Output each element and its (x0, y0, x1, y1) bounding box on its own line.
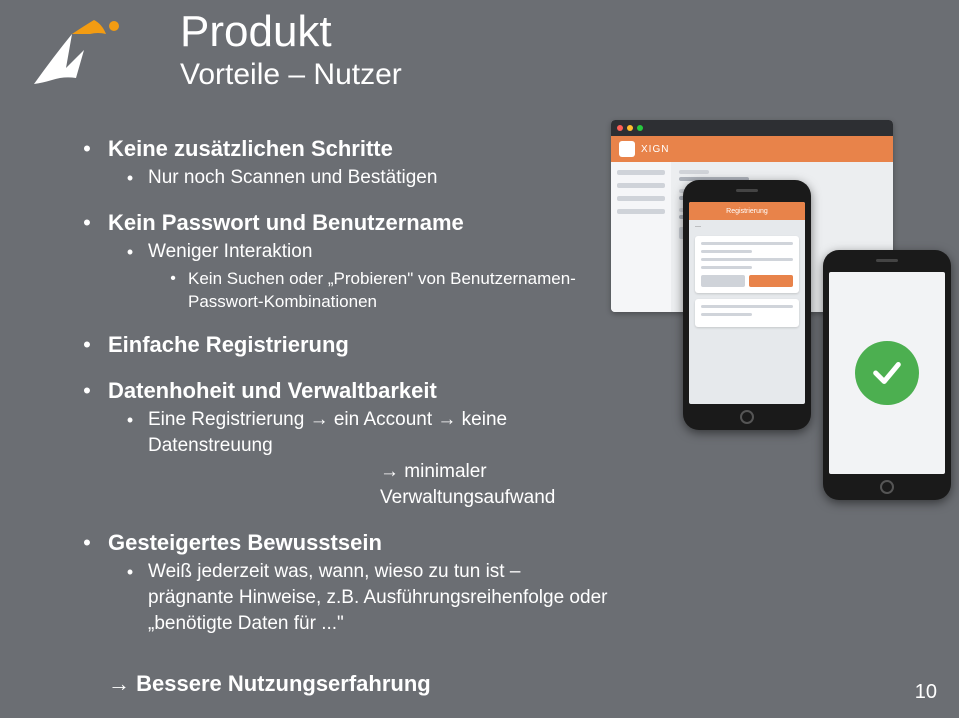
browser-title-bar (611, 120, 893, 136)
bullet-text: Kein Passwort und Benutzername (94, 209, 464, 237)
section-label: — (695, 224, 799, 230)
bullet-text: Eine Registrierung → ein Account → keine… (136, 407, 610, 459)
form-card (695, 299, 799, 327)
bullet-mark: • (124, 239, 136, 265)
phone-mockup-success (823, 250, 951, 500)
brand-logo (14, 16, 134, 96)
maximize-icon (637, 125, 643, 131)
bullet-text: Weniger Interaktion (136, 239, 312, 265)
bullet-content: • Keine zusätzlichen Schritte • Nur noch… (50, 135, 610, 697)
bullet-text: Nur noch Scannen und Bestätigen (136, 165, 437, 191)
bullet-item: • Weniger Interaktion (124, 239, 610, 265)
bullet-mark: • (80, 331, 94, 359)
bullet-mark: • (80, 135, 94, 163)
browser-sidebar (611, 162, 671, 312)
browser-header: XIGN (611, 136, 893, 162)
bullet-item: • Keine zusätzlichen Schritte (80, 135, 610, 163)
bullet-continuation: → minimaler Verwaltungsaufwand (380, 459, 610, 511)
app-logo-icon (619, 141, 635, 157)
bullet-text: Einfache Registrierung (94, 331, 349, 359)
bullet-mark: • (80, 529, 94, 557)
bullet-mark: • (124, 165, 136, 191)
bullet-text: Keine zusätzlichen Schritte (94, 135, 393, 163)
bullet-item: • Gesteigertes Bewusstsein (80, 529, 610, 557)
bullet-item: • Kein Suchen oder „Probieren" von Benut… (168, 267, 610, 313)
bullet-mark: • (124, 559, 136, 637)
phone-screen (829, 272, 945, 474)
slide-title: Produkt (180, 8, 402, 56)
confirm-button (749, 275, 793, 287)
bullet-text: Kein Suchen oder „Probieren" von Benutze… (178, 267, 610, 313)
page-number: 10 (915, 681, 937, 704)
bullet-item: • Einfache Registrierung (80, 331, 610, 359)
close-icon (617, 125, 623, 131)
phone-header-title: Registrierung (726, 208, 768, 215)
phone-screen: Registrierung — (689, 202, 805, 404)
bullet-item: • Kein Passwort und Benutzername (80, 209, 610, 237)
bullet-mark: • (168, 267, 178, 313)
bullet-item: • Datenhoheit und Verwaltbarkeit (80, 377, 610, 405)
minimize-icon (627, 125, 633, 131)
bullet-mark: • (80, 377, 94, 405)
success-check-icon (855, 341, 919, 405)
app-brand: XIGN (641, 144, 669, 155)
phone-speaker-icon (876, 259, 898, 262)
phone-mockup-form: Registrierung — (683, 180, 811, 430)
conclusion-line: → Bessere Nutzungserfahrung (108, 671, 610, 697)
mockup-illustration: XIGN Registrierung — (611, 120, 951, 510)
bullet-item: • Weiß jederzeit was, wann, wieso zu tun… (124, 559, 610, 637)
phone-speaker-icon (736, 189, 758, 192)
phone-header: Registrierung (689, 202, 805, 220)
home-button-icon (880, 480, 894, 494)
home-button-icon (740, 410, 754, 424)
bullet-mark: • (124, 407, 136, 459)
bullet-item: • Nur noch Scannen und Bestätigen (124, 165, 610, 191)
form-card (695, 236, 799, 293)
bullet-item: • Eine Registrierung → ein Account → kei… (124, 407, 610, 459)
bullet-text: Datenhoheit und Verwaltbarkeit (94, 377, 437, 405)
bullet-mark: • (80, 209, 94, 237)
bullet-text: Weiß jederzeit was, wann, wieso zu tun i… (136, 559, 610, 637)
cancel-button (701, 275, 745, 287)
bullet-text: Gesteigertes Bewusstsein (94, 529, 382, 557)
slide-subtitle: Vorteile – Nutzer (180, 58, 402, 92)
title-block: Produkt Vorteile – Nutzer (180, 8, 402, 92)
